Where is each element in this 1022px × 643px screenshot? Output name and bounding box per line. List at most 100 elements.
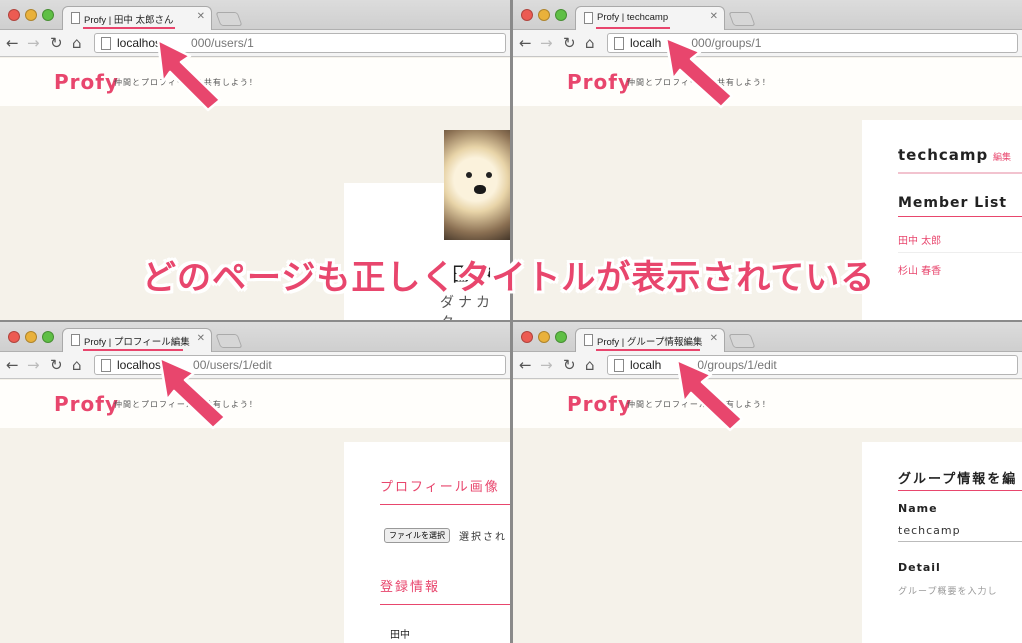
close-tab-icon[interactable]: ✕ [197,333,205,344]
divider [898,172,1022,174]
annotation-banner: どのページも正しくタイトルが表示されている [142,258,876,298]
browser-toolbar: ← → ↻ ⌂ localh 0/groups/1/edit [513,352,1022,379]
reload-icon[interactable]: ↻ [50,356,63,374]
close-tab-icon[interactable]: ✕ [710,333,718,344]
reload-icon[interactable]: ↻ [563,356,576,374]
browser-tab[interactable]: Profy | 田中 太郎さん ✕ [62,6,212,30]
forward-arrow-icon[interactable]: → [27,356,40,374]
edit-form-card: プロフィール画像 ファイルを選択 選択され 登録情報 田中 [344,442,510,643]
close-tab-icon[interactable]: ✕ [710,11,718,22]
address-bar[interactable]: localh 0/groups/1/edit [607,355,1018,375]
group-card: techcamp 編集 Member List 田中 太郎 杉山 春香 [862,120,1022,320]
name-label: Name [898,502,938,515]
file-status-text: 選択され [459,532,507,543]
new-tab-button[interactable] [215,12,243,26]
tab-bar: Profy | 田中 太郎さん ✕ [0,0,510,30]
divider [898,490,1022,491]
member-link[interactable]: 杉山 春香 [898,262,941,277]
zoom-window-button[interactable] [555,331,567,343]
url-text: localh 000/groups/1 [630,36,762,50]
title-underline [596,349,700,351]
minimize-window-button[interactable] [538,331,550,343]
profy-logo[interactable]: Profy [54,70,119,94]
minimize-window-button[interactable] [538,9,550,21]
forward-arrow-icon[interactable]: → [540,34,553,52]
address-bar[interactable]: localh 000/groups/1 [607,33,1018,53]
edit-link[interactable]: 編集 [993,150,1011,163]
close-window-button[interactable] [521,9,533,21]
registration-info-heading: 登録情報 [380,580,441,595]
window-controls [8,9,54,21]
tab-title: Profy | techcamp [597,12,669,23]
minimize-window-button[interactable] [25,331,37,343]
page-icon [71,334,80,346]
zoom-window-button[interactable] [555,9,567,21]
new-tab-button[interactable] [728,334,756,348]
window-controls [521,9,567,21]
window-controls [8,331,54,343]
forward-arrow-icon[interactable]: → [540,356,553,374]
profy-logo[interactable]: Profy [567,70,632,94]
detail-placeholder: グループ概要を入力し [898,587,998,597]
zoom-window-button[interactable] [42,331,54,343]
address-bar[interactable]: localhos 00/users/1/edit [94,355,506,375]
forward-arrow-icon[interactable]: → [27,34,40,52]
name-input[interactable]: techcamp [898,520,1022,542]
site-header: Profy 仲間とプロフィールを共有しよう！ [0,380,510,428]
home-icon[interactable]: ⌂ [72,34,82,52]
dog-eye [486,172,492,178]
back-arrow-icon[interactable]: ← [6,34,19,52]
home-icon[interactable]: ⌂ [72,356,82,374]
divider [380,504,510,505]
group-name: techcamp [898,146,989,164]
detail-textarea[interactable]: グループ概要を入力し [898,580,1022,630]
close-window-button[interactable] [8,9,20,21]
browser-window-user-edit: Profy | プロフィール編集 ✕ ← → ↻ ⌂ localhos 00/us… [0,322,510,643]
close-window-button[interactable] [521,331,533,343]
browser-tab[interactable]: Profy | techcamp ✕ [575,6,725,30]
name-value: 田中 [390,630,410,641]
profy-logo[interactable]: Profy [567,392,632,416]
dog-eye [466,172,472,178]
close-window-button[interactable] [8,331,20,343]
divider [380,604,510,605]
dog-nose [474,185,486,194]
url-text: localhos 00/users/1/edit [117,358,272,372]
reload-icon[interactable]: ↻ [50,34,63,52]
name-input-value: techcamp [898,524,961,537]
page-icon [101,37,111,50]
profile-image-heading: プロフィール画像 [380,480,500,495]
back-arrow-icon[interactable]: ← [519,34,532,52]
address-bar[interactable]: localhos 000/users/1 [94,33,506,53]
home-icon[interactable]: ⌂ [585,34,595,52]
minimize-window-button[interactable] [25,9,37,21]
new-tab-button[interactable] [215,334,243,348]
profy-logo[interactable]: Profy [54,392,119,416]
divider [898,216,1022,217]
file-select-button[interactable]: ファイルを選択 [384,528,450,543]
tab-title: Profy | グループ情報編集 [597,337,703,348]
browser-toolbar: ← → ↻ ⌂ localh 000/groups/1 [513,30,1022,57]
url-text: localhos 000/users/1 [117,36,254,50]
title-underline [596,27,670,29]
url-text: localh 0/groups/1/edit [630,358,777,372]
browser-window-group-edit: Profy | グループ情報編集 ✕ ← → ↻ ⌂ localh 0/group… [513,322,1022,643]
site-header: Profy 仲間とプロフィールを共有しよう！ [513,380,1022,428]
page-icon [584,12,593,24]
browser-tab[interactable]: Profy | プロフィール編集 ✕ [62,328,212,352]
browser-toolbar: ← → ↻ ⌂ localhos 000/users/1 [0,30,510,57]
member-link[interactable]: 田中 太郎 [898,232,941,247]
reload-icon[interactable]: ↻ [563,34,576,52]
window-controls [521,331,567,343]
site-header: Profy 仲間とプロフィールを共有しよう！ [0,58,510,106]
browser-tab[interactable]: Profy | グループ情報編集 ✕ [575,328,725,352]
back-arrow-icon[interactable]: ← [519,356,532,374]
member-list-heading: Member List [898,195,1008,211]
close-tab-icon[interactable]: ✕ [197,11,205,22]
home-icon[interactable]: ⌂ [585,356,595,374]
new-tab-button[interactable] [728,12,756,26]
back-arrow-icon[interactable]: ← [6,356,19,374]
detail-label: Detail [898,561,941,574]
title-underline [83,27,175,29]
zoom-window-button[interactable] [42,9,54,21]
